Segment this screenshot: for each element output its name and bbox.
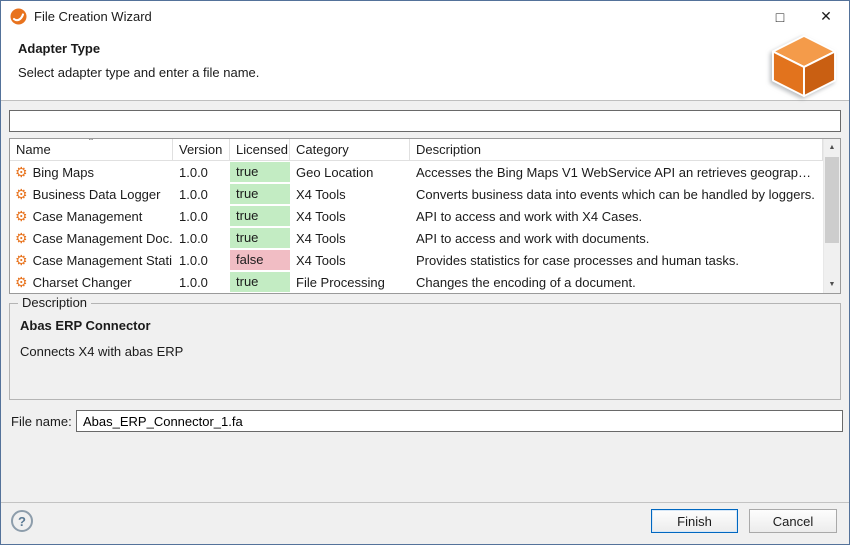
adapter-category: X4 Tools <box>290 253 410 268</box>
wizard-header: Adapter Type Select adapter type and ent… <box>1 32 849 101</box>
file-name-input[interactable] <box>76 410 843 432</box>
adapter-version: 1.0.0 <box>173 253 230 268</box>
table-row[interactable]: ⚙ Business Data Logger 1.0.0 true X4 Tool… <box>10 183 823 205</box>
adapter-table: Name ˆ Version Licensed Category Descrip… <box>9 138 841 294</box>
help-button[interactable]: ? <box>11 510 33 532</box>
file-name-label: File name: <box>11 411 72 433</box>
adapter-gear-icon: ⚙ <box>15 209 28 223</box>
adapter-version: 1.0.0 <box>173 187 230 202</box>
column-header-category[interactable]: Category <box>290 139 410 160</box>
licensed-badge: true <box>230 162 290 182</box>
close-button[interactable]: ✕ <box>803 1 849 32</box>
licensed-badge: true <box>230 206 290 226</box>
finish-button[interactable]: Finish <box>651 509 738 533</box>
adapter-category: X4 Tools <box>290 209 410 224</box>
licensed-badge: false <box>230 250 290 270</box>
vertical-scrollbar[interactable]: ▲ ▼ <box>823 139 840 293</box>
scroll-down-icon[interactable]: ▼ <box>824 276 840 293</box>
table-header-row: Name ˆ Version Licensed Category Descrip… <box>10 139 823 161</box>
page-title: Adapter Type <box>18 41 100 56</box>
adapter-description: Provides statistics for case processes a… <box>410 253 823 268</box>
selected-adapter-description: Connects X4 with abas ERP <box>20 344 183 359</box>
adapter-version: 1.0.0 <box>173 231 230 246</box>
adapter-description: API to access and work with X4 Cases. <box>410 209 823 224</box>
scrollbar-thumb[interactable] <box>825 157 839 243</box>
adapter-name: Business Data Logger <box>33 187 161 202</box>
adapter-name: Bing Maps <box>33 165 94 180</box>
adapter-version: 1.0.0 <box>173 209 230 224</box>
page-subtitle: Select adapter type and enter a file nam… <box>18 65 259 80</box>
adapter-version: 1.0.0 <box>173 275 230 290</box>
app-logo-icon <box>10 8 27 25</box>
adapter-gear-icon: ⚙ <box>15 253 28 267</box>
adapter-category: X4 Tools <box>290 231 410 246</box>
licensed-badge: true <box>230 184 290 204</box>
column-header-description[interactable]: Description <box>410 139 823 160</box>
adapter-name: Case Management Stati... <box>33 253 173 268</box>
column-header-licensed[interactable]: Licensed <box>230 139 290 160</box>
adapter-name: Charset Changer <box>33 275 132 290</box>
adapter-name: Case Management <box>33 209 143 224</box>
table-row[interactable]: ⚙ Case Management Stati... 1.0.0 false X4… <box>10 249 823 271</box>
table-row[interactable]: ⚙ Bing Maps 1.0.0 true Geo Location Acces… <box>10 161 823 183</box>
selected-adapter-title: Abas ERP Connector <box>20 318 151 333</box>
adapter-category: Geo Location <box>290 165 410 180</box>
adapter-name: Case Management Doc... <box>33 231 173 246</box>
file-creation-wizard-dialog: File Creation Wizard □ ✕ Adapter Type Se… <box>0 0 850 545</box>
adapter-description: Accesses the Bing Maps V1 WebService API… <box>410 165 823 180</box>
window-title: File Creation Wizard <box>34 9 152 24</box>
table-row[interactable]: ⚙ Charset Changer 1.0.0 true File Process… <box>10 271 823 293</box>
footer-divider <box>1 502 849 503</box>
adapter-category: File Processing <box>290 275 410 290</box>
table-row[interactable]: ⚙ Case Management 1.0.0 true X4 Tools API… <box>10 205 823 227</box>
window-controls: □ ✕ <box>757 1 849 32</box>
adapter-gear-icon: ⚙ <box>15 165 28 179</box>
adapter-gear-icon: ⚙ <box>15 187 28 201</box>
cancel-button[interactable]: Cancel <box>749 509 837 533</box>
column-header-name[interactable]: Name ˆ <box>10 139 173 160</box>
titlebar[interactable]: File Creation Wizard □ ✕ <box>1 1 849 32</box>
description-panel-label: Description <box>18 295 91 310</box>
description-panel: Description Abas ERP Connector Connects … <box>9 303 841 400</box>
adapter-description: Converts business data into events which… <box>410 187 823 202</box>
licensed-badge: true <box>230 272 290 292</box>
filter-input[interactable] <box>9 110 841 132</box>
x4-cube-logo-icon <box>768 34 840 98</box>
column-header-version[interactable]: Version <box>173 139 230 160</box>
table-row[interactable]: ⚙ Case Management Doc... 1.0.0 true X4 To… <box>10 227 823 249</box>
adapter-version: 1.0.0 <box>173 165 230 180</box>
adapter-description: Changes the encoding of a document. <box>410 275 823 290</box>
sort-ascending-icon: ˆ <box>89 139 93 150</box>
adapter-description: API to access and work with documents. <box>410 231 823 246</box>
adapter-category: X4 Tools <box>290 187 410 202</box>
adapter-gear-icon: ⚙ <box>15 275 28 289</box>
licensed-badge: true <box>230 228 290 248</box>
adapter-gear-icon: ⚙ <box>15 231 28 245</box>
scroll-up-icon[interactable]: ▲ <box>824 139 840 156</box>
maximize-button[interactable]: □ <box>757 1 803 32</box>
